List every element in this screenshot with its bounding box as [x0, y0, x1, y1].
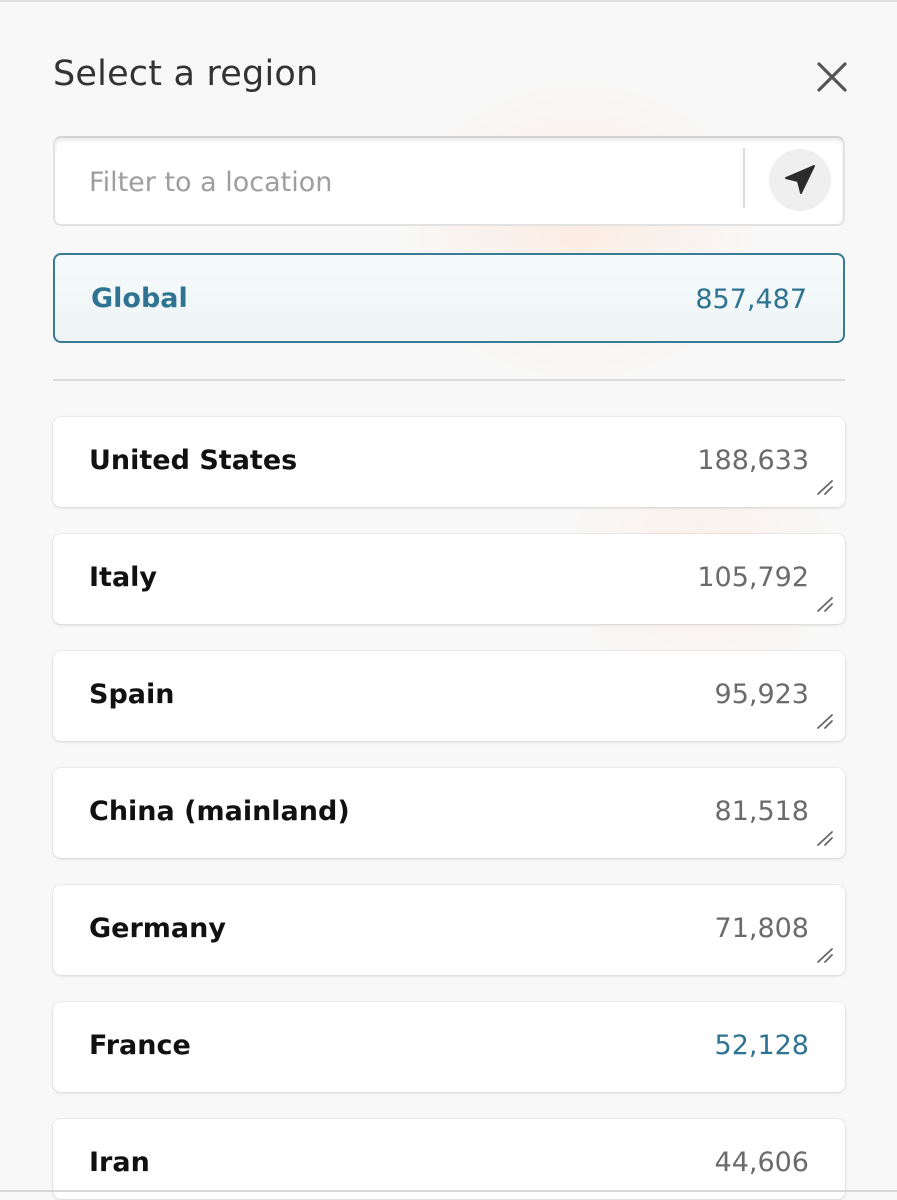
location-arrow-icon: [785, 165, 815, 194]
region-item-united-states[interactable]: United States 188,633: [53, 417, 845, 507]
divider: [0, 1190, 897, 1192]
region-item-china-mainland[interactable]: China (mainland) 81,518: [53, 768, 845, 858]
close-icon: [817, 62, 847, 92]
region-count: 52,128: [714, 1030, 809, 1061]
search-divider: [743, 148, 745, 208]
region-name: Italy: [89, 562, 158, 593]
region-item-iran[interactable]: Iran 44,606: [53, 1119, 845, 1199]
region-count: 71,808: [714, 913, 809, 944]
region-count: 105,792: [697, 562, 809, 593]
region-count: 81,518: [714, 796, 809, 827]
trend-icon: [817, 714, 833, 729]
search-input[interactable]: [89, 160, 729, 204]
region-count: 857,487: [695, 284, 807, 315]
region-name: United States: [89, 445, 298, 476]
locate-me-button[interactable]: [769, 149, 831, 211]
region-item-france[interactable]: France 52,128: [53, 1002, 845, 1092]
region-item-germany[interactable]: Germany 71,808: [53, 885, 845, 975]
region-selector-panel: Select a region Global 857,487 United St…: [0, 0, 897, 1200]
trend-icon: [817, 480, 833, 495]
region-name: Global: [91, 283, 188, 314]
page-title: Select a region: [53, 54, 319, 94]
region-name: Iran: [89, 1147, 150, 1178]
region-name: China (mainland): [89, 796, 350, 827]
trend-icon: [817, 948, 833, 963]
region-item-italy[interactable]: Italy 105,792: [53, 534, 845, 624]
search-box: [53, 136, 845, 226]
divider: [53, 379, 845, 381]
region-name: Spain: [89, 679, 175, 710]
region-count: 44,606: [714, 1147, 809, 1178]
region-count: 188,633: [697, 445, 809, 476]
trend-icon: [817, 831, 833, 846]
region-item-spain[interactable]: Spain 95,923: [53, 651, 845, 741]
region-count: 95,923: [714, 679, 809, 710]
trend-icon: [817, 597, 833, 612]
close-button[interactable]: [812, 57, 852, 97]
region-item-global[interactable]: Global 857,487: [53, 253, 845, 343]
region-name: Germany: [89, 913, 226, 944]
region-name: France: [89, 1030, 191, 1061]
